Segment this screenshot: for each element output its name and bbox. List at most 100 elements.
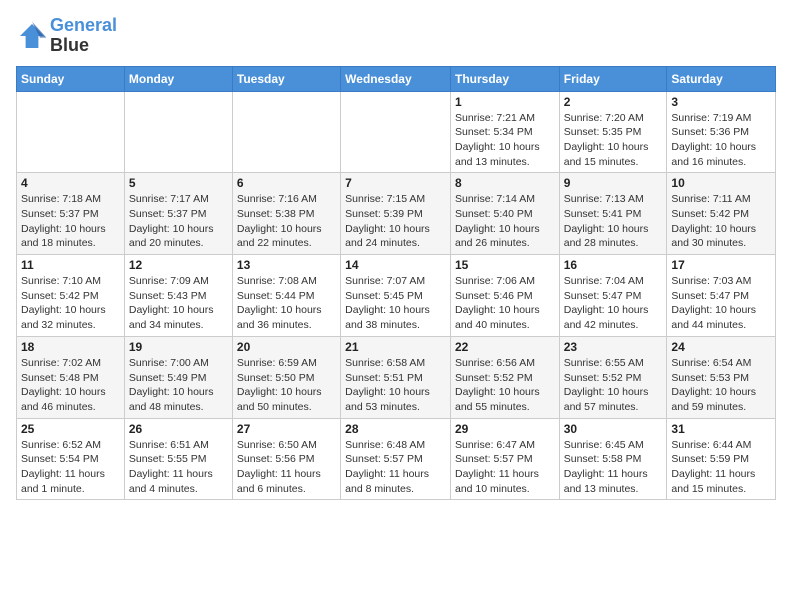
- day-number: 10: [671, 176, 771, 190]
- logo-icon: [16, 20, 48, 52]
- calendar-header: SundayMondayTuesdayWednesdayThursdayFrid…: [17, 66, 776, 91]
- weekday-header: Wednesday: [341, 66, 451, 91]
- day-number: 8: [455, 176, 555, 190]
- calendar-cell: [17, 91, 125, 173]
- day-number: 12: [129, 258, 228, 272]
- day-number: 14: [345, 258, 446, 272]
- day-info: Sunrise: 7:07 AM Sunset: 5:45 PM Dayligh…: [345, 274, 446, 333]
- day-number: 21: [345, 340, 446, 354]
- day-info: Sunrise: 6:48 AM Sunset: 5:57 PM Dayligh…: [345, 438, 446, 497]
- calendar-cell: 5Sunrise: 7:17 AM Sunset: 5:37 PM Daylig…: [124, 173, 232, 255]
- day-number: 3: [671, 95, 771, 109]
- calendar-cell: 13 Sunrise: 7:08 AM Sunset: 5:44 PM Dayli…: [232, 255, 340, 337]
- day-info: Sunrise: 7:19 AM Sunset: 5:36 PM Dayligh…: [671, 111, 771, 170]
- calendar-cell: 11 Sunrise: 7:10 AM Sunset: 5:42 PM Dayli…: [17, 255, 125, 337]
- day-info: Sunrise: 6:51 AM Sunset: 5:55 PM Dayligh…: [129, 438, 228, 497]
- day-number: 31: [671, 422, 771, 436]
- calendar-cell: 20Sunrise: 6:59 AM Sunset: 5:50 PM Dayli…: [232, 336, 340, 418]
- day-number: 27: [237, 422, 336, 436]
- weekday-header: Sunday: [17, 66, 125, 91]
- day-number: 29: [455, 422, 555, 436]
- day-info: Sunrise: 7:03 AM Sunset: 5:47 PM Dayligh…: [671, 274, 771, 333]
- day-number: 28: [345, 422, 446, 436]
- calendar-cell: 16 Sunrise: 7:04 AM Sunset: 5:47 PM Dayli…: [559, 255, 667, 337]
- day-info: Sunrise: 6:44 AM Sunset: 5:59 PM Dayligh…: [671, 438, 771, 497]
- day-info: Sunrise: 7:14 AM Sunset: 5:40 PM Dayligh…: [455, 192, 555, 251]
- day-number: 5: [129, 176, 228, 190]
- day-info: Sunrise: 6:47 AM Sunset: 5:57 PM Dayligh…: [455, 438, 555, 497]
- calendar-cell: 25 Sunrise: 6:52 AM Sunset: 5:54 PM Dayli…: [17, 418, 125, 500]
- day-number: 25: [21, 422, 120, 436]
- calendar-cell: 21 Sunrise: 6:58 AM Sunset: 5:51 PM Dayli…: [341, 336, 451, 418]
- logo: General Blue: [16, 16, 117, 56]
- calendar-cell: 14 Sunrise: 7:07 AM Sunset: 5:45 PM Dayli…: [341, 255, 451, 337]
- weekday-header: Thursday: [450, 66, 559, 91]
- day-number: 15: [455, 258, 555, 272]
- day-number: 9: [564, 176, 663, 190]
- calendar-cell: 15 Sunrise: 7:06 AM Sunset: 5:46 PM Dayli…: [450, 255, 559, 337]
- day-info: Sunrise: 6:58 AM Sunset: 5:51 PM Dayligh…: [345, 356, 446, 415]
- day-number: 2: [564, 95, 663, 109]
- day-info: Sunrise: 6:54 AM Sunset: 5:53 PM Dayligh…: [671, 356, 771, 415]
- calendar-cell: 31 Sunrise: 6:44 AM Sunset: 5:59 PM Dayli…: [667, 418, 776, 500]
- calendar-cell: 1 Sunrise: 7:21 AM Sunset: 5:34 PM Daylig…: [450, 91, 559, 173]
- day-number: 23: [564, 340, 663, 354]
- calendar-table: SundayMondayTuesdayWednesdayThursdayFrid…: [16, 66, 776, 501]
- day-info: Sunrise: 7:18 AM Sunset: 5:37 PM Dayligh…: [21, 192, 120, 251]
- day-info: Sunrise: 7:04 AM Sunset: 5:47 PM Dayligh…: [564, 274, 663, 333]
- calendar-cell: 19 Sunrise: 7:00 AM Sunset: 5:49 PM Dayli…: [124, 336, 232, 418]
- day-number: 16: [564, 258, 663, 272]
- calendar-cell: 12Sunrise: 7:09 AM Sunset: 5:43 PM Dayli…: [124, 255, 232, 337]
- calendar-cell: 4 Sunrise: 7:18 AM Sunset: 5:37 PM Daylig…: [17, 173, 125, 255]
- calendar-cell: 28 Sunrise: 6:48 AM Sunset: 5:57 PM Dayli…: [341, 418, 451, 500]
- day-info: Sunrise: 7:21 AM Sunset: 5:34 PM Dayligh…: [455, 111, 555, 170]
- weekday-header: Tuesday: [232, 66, 340, 91]
- calendar-cell: 9 Sunrise: 7:13 AM Sunset: 5:41 PM Daylig…: [559, 173, 667, 255]
- calendar-cell: 22 Sunrise: 6:56 AM Sunset: 5:52 PM Dayli…: [450, 336, 559, 418]
- day-number: 4: [21, 176, 120, 190]
- weekday-header: Monday: [124, 66, 232, 91]
- day-info: Sunrise: 7:15 AM Sunset: 5:39 PM Dayligh…: [345, 192, 446, 251]
- day-number: 19: [129, 340, 228, 354]
- calendar-cell: 6Sunrise: 7:16 AM Sunset: 5:38 PM Daylig…: [232, 173, 340, 255]
- day-info: Sunrise: 7:13 AM Sunset: 5:41 PM Dayligh…: [564, 192, 663, 251]
- calendar-cell: 30Sunrise: 6:45 AM Sunset: 5:58 PM Dayli…: [559, 418, 667, 500]
- day-number: 20: [237, 340, 336, 354]
- day-info: Sunrise: 7:20 AM Sunset: 5:35 PM Dayligh…: [564, 111, 663, 170]
- page-header: General Blue: [16, 16, 776, 56]
- calendar-cell: 2 Sunrise: 7:20 AM Sunset: 5:35 PM Daylig…: [559, 91, 667, 173]
- calendar-week-row: 4 Sunrise: 7:18 AM Sunset: 5:37 PM Daylig…: [17, 173, 776, 255]
- day-number: 22: [455, 340, 555, 354]
- day-number: 1: [455, 95, 555, 109]
- weekday-header: Saturday: [667, 66, 776, 91]
- day-info: Sunrise: 6:52 AM Sunset: 5:54 PM Dayligh…: [21, 438, 120, 497]
- day-number: 11: [21, 258, 120, 272]
- weekday-header: Friday: [559, 66, 667, 91]
- day-number: 18: [21, 340, 120, 354]
- day-info: Sunrise: 7:11 AM Sunset: 5:42 PM Dayligh…: [671, 192, 771, 251]
- calendar-cell: 29 Sunrise: 6:47 AM Sunset: 5:57 PM Dayli…: [450, 418, 559, 500]
- day-info: Sunrise: 7:02 AM Sunset: 5:48 PM Dayligh…: [21, 356, 120, 415]
- day-info: Sunrise: 7:06 AM Sunset: 5:46 PM Dayligh…: [455, 274, 555, 333]
- calendar-cell: 23 Sunrise: 6:55 AM Sunset: 5:52 PM Dayli…: [559, 336, 667, 418]
- calendar-week-row: 18 Sunrise: 7:02 AM Sunset: 5:48 PM Dayli…: [17, 336, 776, 418]
- day-number: 13: [237, 258, 336, 272]
- day-info: Sunrise: 6:56 AM Sunset: 5:52 PM Dayligh…: [455, 356, 555, 415]
- calendar-week-row: 1 Sunrise: 7:21 AM Sunset: 5:34 PM Daylig…: [17, 91, 776, 173]
- day-info: Sunrise: 7:10 AM Sunset: 5:42 PM Dayligh…: [21, 274, 120, 333]
- day-info: Sunrise: 6:55 AM Sunset: 5:52 PM Dayligh…: [564, 356, 663, 415]
- calendar-cell: 18 Sunrise: 7:02 AM Sunset: 5:48 PM Dayli…: [17, 336, 125, 418]
- calendar-week-row: 11 Sunrise: 7:10 AM Sunset: 5:42 PM Dayli…: [17, 255, 776, 337]
- calendar-cell: 27Sunrise: 6:50 AM Sunset: 5:56 PM Dayli…: [232, 418, 340, 500]
- day-info: Sunrise: 7:00 AM Sunset: 5:49 PM Dayligh…: [129, 356, 228, 415]
- day-info: Sunrise: 7:08 AM Sunset: 5:44 PM Dayligh…: [237, 274, 336, 333]
- calendar-week-row: 25 Sunrise: 6:52 AM Sunset: 5:54 PM Dayli…: [17, 418, 776, 500]
- logo-text: General Blue: [50, 16, 117, 56]
- calendar-cell: 3 Sunrise: 7:19 AM Sunset: 5:36 PM Daylig…: [667, 91, 776, 173]
- calendar-cell: [341, 91, 451, 173]
- calendar-cell: 17Sunrise: 7:03 AM Sunset: 5:47 PM Dayli…: [667, 255, 776, 337]
- calendar-cell: 24 Sunrise: 6:54 AM Sunset: 5:53 PM Dayli…: [667, 336, 776, 418]
- day-number: 24: [671, 340, 771, 354]
- day-number: 6: [237, 176, 336, 190]
- calendar-cell: [124, 91, 232, 173]
